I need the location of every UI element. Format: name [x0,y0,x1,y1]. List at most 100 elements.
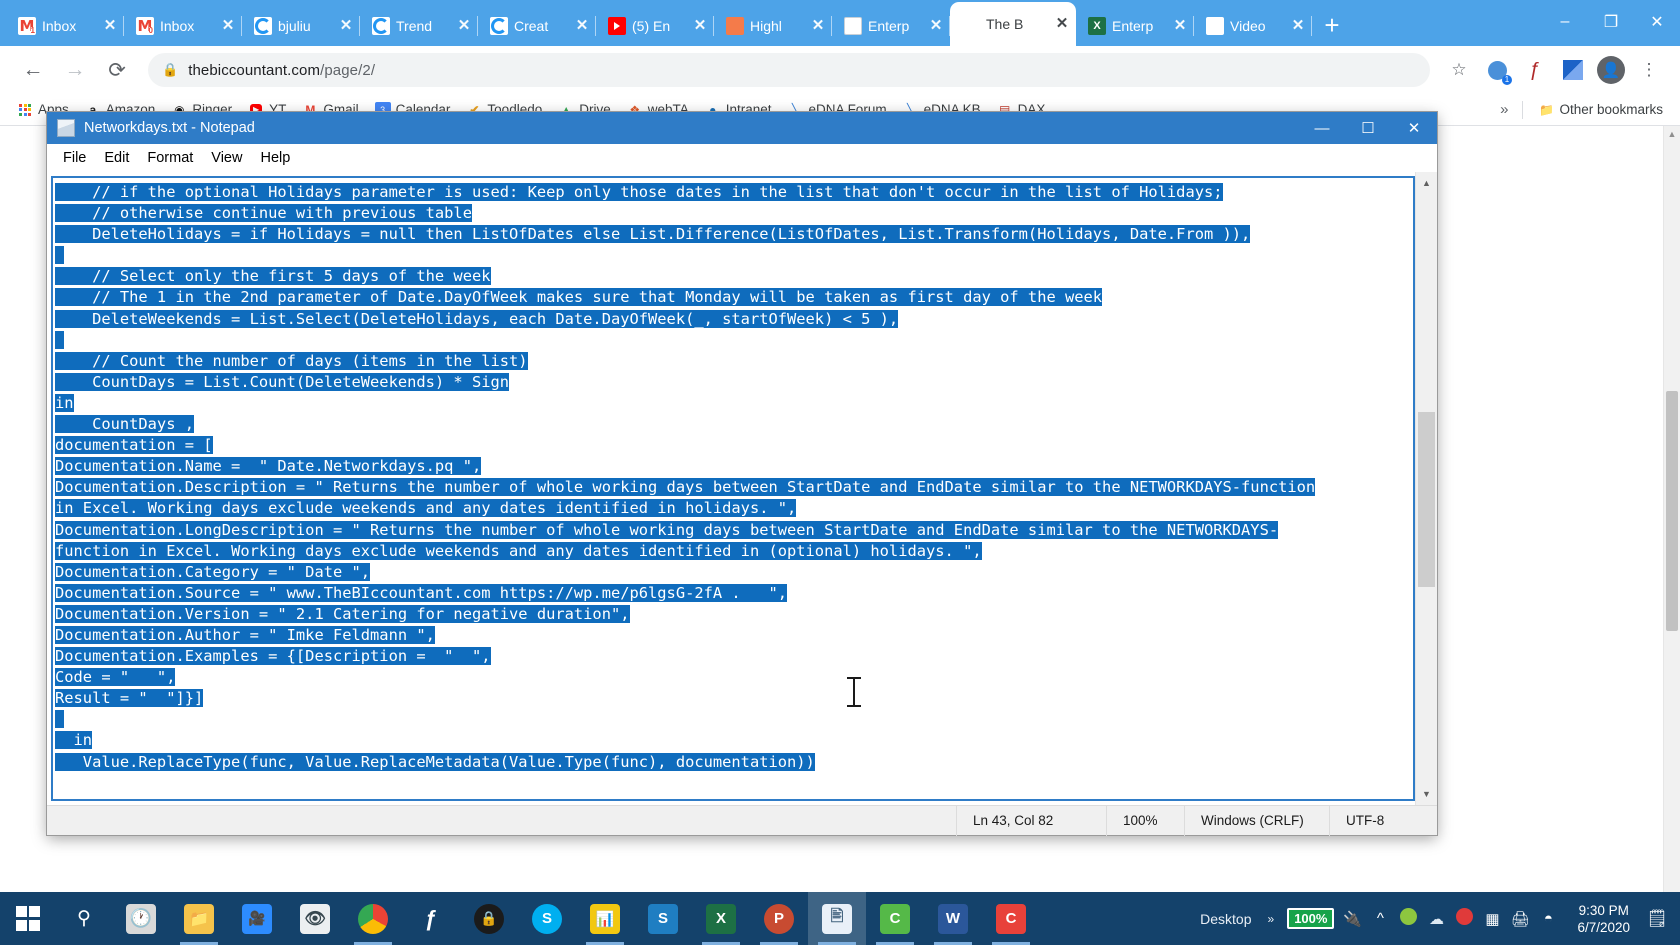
taskbar-app-lock[interactable]: 🔒 [460,892,518,945]
notepad-scroll-up-icon[interactable]: ▲ [1416,172,1437,194]
printer-icon[interactable]: 🖨 [1507,910,1533,928]
taskbar-app-snagit[interactable]: S [634,892,692,945]
notepad-line-text: function in Excel. Working days exclude … [55,541,982,560]
notepad-body: // if the optional Holidays parameter is… [47,172,1437,805]
browser-maximize-button[interactable]: ❐ [1588,0,1634,44]
back-button[interactable]: ← [14,51,52,89]
system-tray: Desktop » 100% 🔌 ^ ☁ ▦ 🖨 ◓ 9:30 PM 6/7/2… [1194,902,1680,936]
taskbar-app-notepad[interactable]: 🖹 [808,892,866,945]
tab-close-icon[interactable]: ✕ [1054,16,1070,32]
notepad-close-button[interactable]: ✕ [1391,112,1437,144]
status-line-ending: Windows (CRLF) [1184,805,1329,836]
notepad-maximize-button[interactable]: ☐ [1345,112,1391,144]
wifi-icon[interactable]: ◓ [1535,910,1561,927]
mic-icon[interactable] [1451,908,1477,929]
tray-overflow-chevron[interactable]: » [1260,912,1283,926]
taskbar-app-camtasia[interactable]: C [866,892,924,945]
taskbar-app-zoom[interactable]: 🎥 [228,892,286,945]
chrome-menu-button[interactable]: ⋮ [1632,53,1666,87]
browser-tab-trend[interactable]: Trend ✕ [360,6,478,46]
notepad-scrollbar[interactable]: ▲ ▼ [1415,172,1437,805]
browser-tab-inbox-1[interactable]: M1 Inbox ✕ [6,6,124,46]
browser-close-button[interactable]: ✕ [1634,0,1680,44]
browser-tab-highl[interactable]: Highl ✕ [714,6,832,46]
browser-tab-enterprise-2[interactable]: X Enterp ✕ [1076,6,1194,46]
new-tab-button[interactable]: + [1312,6,1352,46]
page-scrollbar[interactable]: ▲ [1663,126,1680,914]
reload-button[interactable]: ⟳ [98,51,136,89]
notepad-line-text: CountDays , [55,415,194,434]
apps-grid-icon [17,102,33,118]
address-bar[interactable]: 🔒 thebiccountant.com/page/2/ [148,53,1430,87]
taskbar-app-power-bi[interactable]: 📊 [576,892,634,945]
taskbar-app-skype[interactable]: S [518,892,576,945]
battery-indicator[interactable]: 100% [1287,908,1335,929]
other-bookmarks-folder[interactable]: 📁 Other bookmarks [1531,99,1670,121]
taskbar-app-clock[interactable]: 🕐 [112,892,170,945]
extension-icon-1[interactable]: 1 [1480,53,1514,87]
notepad-line: Documentation.Version = " 2.1 Catering f… [55,604,1415,625]
notification-center-icon[interactable]: 🗒 [1642,909,1672,929]
start-button[interactable] [0,892,56,945]
browser-tab-bjuliu[interactable]: bjuliu ✕ [242,6,360,46]
browser-tab-video[interactable]: ☁ Video ✕ [1194,6,1312,46]
tab-close-icon[interactable]: ✕ [456,18,472,34]
profile-avatar[interactable]: 👤 [1594,53,1628,87]
browser-tab-youtube[interactable]: (5) En ✕ [596,6,714,46]
bookmarks-overflow-chevron[interactable]: » [1494,101,1514,118]
tab-close-icon[interactable]: ✕ [1290,18,1306,34]
taskbar-app-file-explorer[interactable]: 📁 [170,892,228,945]
browser-tab-enterprise-1[interactable]: 1 Enterp ✕ [832,6,950,46]
tab-close-icon[interactable]: ✕ [574,18,590,34]
extension-icon-colorblock[interactable] [1556,53,1590,87]
taskbar-app-word[interactable]: W [924,892,982,945]
notepad-line-text: Result = " "]}] [55,689,204,708]
taskbar-app-powerpoint[interactable]: P [750,892,808,945]
forward-button[interactable]: → [56,51,94,89]
notepad-title-bar[interactable]: Networkdays.txt - Notepad — ☐ ✕ [47,112,1437,144]
usb-icon[interactable]: ▦ [1479,910,1505,928]
notepad-minimize-button[interactable]: — [1299,112,1345,144]
desktop-toolbar-label[interactable]: Desktop [1194,911,1257,927]
tab-close-icon[interactable]: ✕ [810,18,826,34]
tab-close-icon[interactable]: ✕ [338,18,354,34]
browser-minimize-button[interactable]: – [1542,0,1588,44]
browser-tab-inbox-2[interactable]: M0 Inbox ✕ [124,6,242,46]
tab-close-icon[interactable]: ✕ [692,18,708,34]
taskbar-clock[interactable]: 9:30 PM 6/7/2020 [1563,902,1640,936]
extension-icon-flame[interactable]: ƒ [1518,53,1552,87]
menu-item-help[interactable]: Help [252,147,298,169]
dropbox-icon[interactable] [1395,908,1421,929]
notepad-scroll-down-icon[interactable]: ▼ [1416,783,1437,805]
bookmark-star-icon[interactable]: ☆ [1442,53,1476,87]
menu-item-view[interactable]: View [203,147,250,169]
tab-close-icon[interactable]: ✕ [1172,18,1188,34]
onedrive-icon[interactable]: ☁ [1423,910,1449,928]
tab-close-icon[interactable]: ✕ [102,18,118,34]
show-hidden-icons-chevron[interactable]: ^ [1367,910,1393,927]
page-scroll-up-icon[interactable]: ▲ [1664,126,1680,143]
taskbar-app-camtasia-studio[interactable]: C [982,892,1040,945]
tab-close-icon[interactable]: ✕ [220,18,236,34]
notepad-menu-bar: File Edit Format View Help [47,144,1437,172]
taskbar-app-flame[interactable]: ƒ [402,892,460,945]
bookmarks-overflow-area: » 📁 Other bookmarks [1494,99,1670,121]
power-plug-icon[interactable]: 🔌 [1339,910,1365,928]
page-scroll-thumb[interactable] [1666,391,1678,631]
browser-tab-the-biccountant[interactable]: ▦ The B ✕ [950,2,1076,46]
notepad-line: // Select only the first 5 days of the w… [55,266,1415,287]
menu-item-format[interactable]: Format [139,147,201,169]
browser-tab-creat[interactable]: Creat ✕ [478,6,596,46]
notepad-scroll-thumb[interactable] [1418,412,1435,587]
taskbar-app-excel[interactable]: X [692,892,750,945]
tab-title: Inbox [42,18,77,34]
notepad-text-area[interactable]: // if the optional Holidays parameter is… [51,176,1415,801]
menu-item-edit[interactable]: Edit [96,147,137,169]
taskbar-search-icon[interactable]: ⚲ [56,892,112,945]
notepad-line-text: in [55,393,74,412]
tab-close-icon[interactable]: ✕ [928,18,944,34]
windows-taskbar: ⚲ 🕐 📁 🎥 👁 ƒ 🔒 S 📊 S X P 🖹 C W C Desktop … [0,892,1680,945]
taskbar-app-eye[interactable]: 👁 [286,892,344,945]
taskbar-app-chrome[interactable] [344,892,402,945]
menu-item-file[interactable]: File [55,147,94,169]
